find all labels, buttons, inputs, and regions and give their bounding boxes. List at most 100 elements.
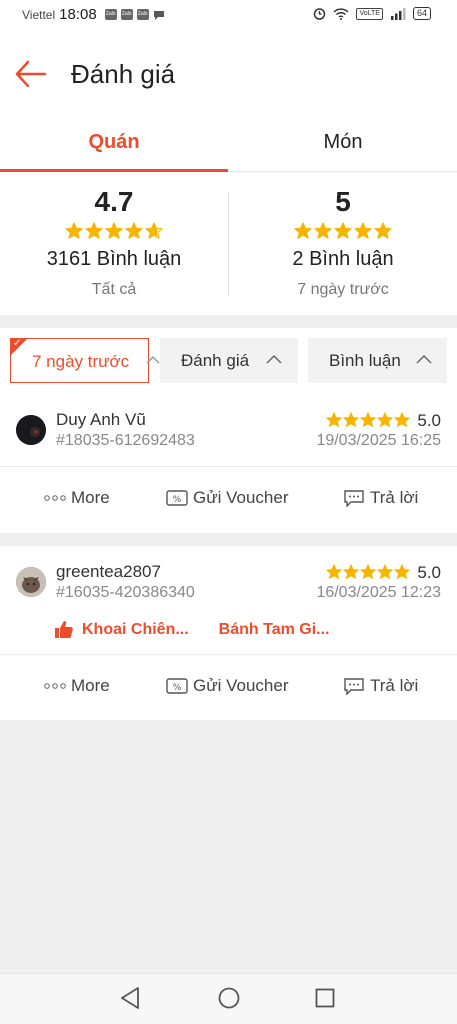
back-button[interactable] (14, 58, 48, 90)
alarm-icon (314, 8, 326, 20)
liked-dish-link[interactable]: Bánh Tam Gi... (219, 621, 330, 639)
summary-period: 7 ngày trước (297, 281, 389, 298)
star-icon (360, 412, 376, 427)
star-icon (326, 412, 342, 427)
reply-label: Trả lời (370, 676, 419, 695)
star-icon (125, 222, 143, 239)
svg-text:%: % (173, 683, 182, 693)
review-actions: More % Gửi Voucher Trả lời (0, 488, 457, 528)
reviewer-name: Duy Anh Vũ (56, 410, 146, 429)
star-icon (377, 564, 393, 579)
svg-text:%: % (173, 495, 182, 505)
star-icon (334, 222, 352, 239)
review-actions: More % Gửi Voucher Trả lời (0, 676, 457, 716)
review-score: 5.0 (417, 411, 441, 430)
filter-label: Đánh giá (181, 351, 250, 370)
filter-comment[interactable]: Bình luận (308, 338, 447, 383)
reply-button[interactable]: Trả lời (343, 676, 418, 696)
more-dots-icon (44, 495, 66, 501)
star-icon (360, 564, 376, 579)
thumbs-up-icon (55, 621, 73, 638)
voucher-label: Gửi Voucher (193, 488, 289, 507)
wifi-icon (333, 7, 350, 20)
send-voucher-button[interactable]: % Gửi Voucher (166, 488, 288, 508)
arrow-left-icon (15, 60, 47, 88)
review-score: 5.0 (417, 563, 441, 582)
star-icon (326, 564, 342, 579)
star-icon (105, 222, 123, 239)
page-title: Đánh giá (71, 59, 176, 89)
reply-button[interactable]: Trả lời (343, 488, 418, 508)
avatar[interactable] (16, 567, 46, 597)
home-circle-icon[interactable] (217, 986, 241, 1010)
star-icon (85, 222, 103, 239)
star-icon (294, 222, 312, 239)
review-date: 19/03/2025 16:25 (316, 432, 441, 449)
chat-bubble-icon (153, 10, 164, 20)
battery-icon: 64 (412, 7, 431, 20)
star-icon (394, 564, 410, 579)
tab-mon[interactable]: Món (229, 118, 457, 172)
tab-bar: Quán Món (0, 118, 457, 172)
back-triangle-icon[interactable] (119, 986, 141, 1010)
reply-label: Trả lời (370, 488, 419, 507)
star-rating (229, 222, 457, 242)
filter-7-days[interactable]: ✓ 7 ngày trước (10, 338, 149, 383)
star-icon (354, 222, 372, 239)
summary-recent[interactable]: 5 2 Bình luận 7 ngày trước (229, 172, 457, 299)
zalo-notification-icon: Zalo (104, 9, 117, 20)
summary-all[interactable]: 4.7 3161 Bình luận Tất cả (0, 172, 228, 299)
voucher-label: Gửi Voucher (193, 676, 289, 695)
send-voucher-button[interactable]: % Gửi Voucher (166, 676, 288, 696)
star-icon (374, 222, 392, 239)
star-icon (394, 412, 410, 427)
review-count: 3161 Bình luận (46, 248, 182, 270)
star-rating (326, 564, 410, 580)
comment-icon (344, 490, 364, 507)
filter-rating[interactable]: Đánh giá (160, 338, 298, 383)
star-icon (377, 412, 393, 427)
tab-quan[interactable]: Quán (0, 118, 228, 172)
star-icon (343, 564, 359, 579)
zalo-notification-icon: Zalo (136, 9, 149, 20)
chevron-up-icon (146, 355, 160, 364)
order-id: #16035-420386340 (56, 584, 195, 601)
filter-label: 7 ngày trước (32, 352, 130, 371)
avatar-image (16, 567, 46, 597)
more-button[interactable]: More (44, 676, 110, 696)
filter-label: Bình luận (329, 351, 401, 370)
summary-score: 5 (335, 186, 351, 217)
carrier-label: Viettel (22, 7, 56, 22)
voucher-icon: % (166, 678, 188, 694)
liked-dishes: Khoai Chiên... Bánh Tam Gi... (54, 620, 330, 639)
volte-badge: VoLTE (356, 7, 383, 20)
review-card: greentea2807 #16035-420386340 5.0 16/03/… (0, 546, 457, 720)
star-icon (145, 222, 163, 239)
avatar[interactable] (16, 415, 46, 445)
more-button[interactable]: More (44, 488, 110, 508)
chevron-up-icon (416, 354, 432, 364)
header: Đánh giá (0, 30, 457, 118)
summary-period: Tất cả (91, 281, 137, 298)
zalo-notification-icon: Zalo (120, 9, 133, 20)
more-label: More (71, 488, 110, 507)
liked-dish-link[interactable]: Khoai Chiên... (82, 621, 189, 639)
rating-summary: 4.7 3161 Bình luận Tất cả 5 2 Bình luận … (0, 172, 457, 315)
more-dots-icon (44, 683, 66, 689)
order-id: #18035-612692483 (56, 432, 195, 449)
filter-bar: ✓ 7 ngày trước Đánh giá Bình luận (0, 328, 457, 396)
summary-score: 4.7 (94, 186, 134, 217)
recents-square-icon[interactable] (314, 986, 336, 1010)
avatar-image (16, 415, 46, 445)
divider (0, 466, 457, 467)
reviewer-name: greentea2807 (56, 562, 161, 581)
divider (0, 654, 457, 655)
star-rating (0, 222, 228, 242)
review-card: Duy Anh Vũ #18035-612692483 5.0 19/03/20… (0, 396, 457, 533)
signal-icon (390, 7, 406, 20)
status-bar: Viettel 18:08 Zalo Zalo Zalo VoLTE 64 (0, 0, 457, 30)
voucher-icon: % (166, 490, 188, 506)
more-label: More (71, 676, 110, 695)
star-icon (65, 222, 83, 239)
comment-icon (344, 678, 364, 695)
